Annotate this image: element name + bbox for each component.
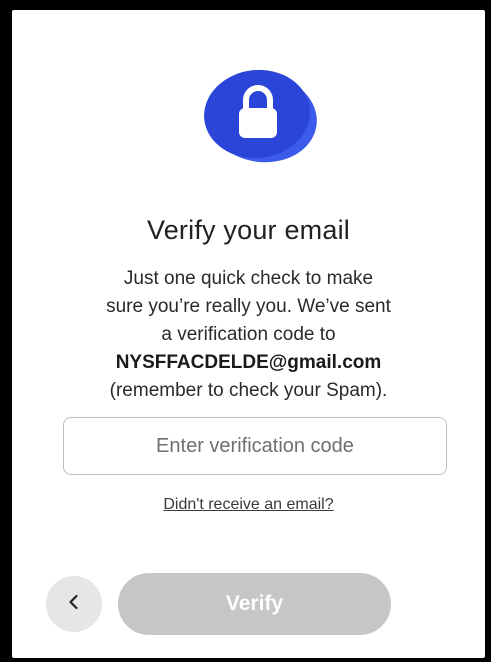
back-button[interactable] [46,576,102,632]
instructions-line: sure you’re really you. We’ve sent [106,296,391,317]
chevron-left-icon [65,593,83,616]
verify-button[interactable]: Verify [118,573,391,635]
verify-email-dialog: Verify your email Just one quick check t… [12,10,485,658]
lock-icon [202,66,318,166]
email-address: NYSFFACDELDE@gmail.com [115,352,382,373]
page-title: Verify your email [147,215,350,245]
instructions-text: Just one quick check to make sure you’re… [32,265,465,405]
instructions-line: Just one quick check to make [123,268,374,289]
instructions-line: a verification code to [161,324,336,345]
verification-code-input[interactable] [63,417,447,475]
resend-email-link[interactable]: Didn't receive an email? [12,496,485,514]
instructions-line: (remember to check your Spam). [109,380,388,401]
